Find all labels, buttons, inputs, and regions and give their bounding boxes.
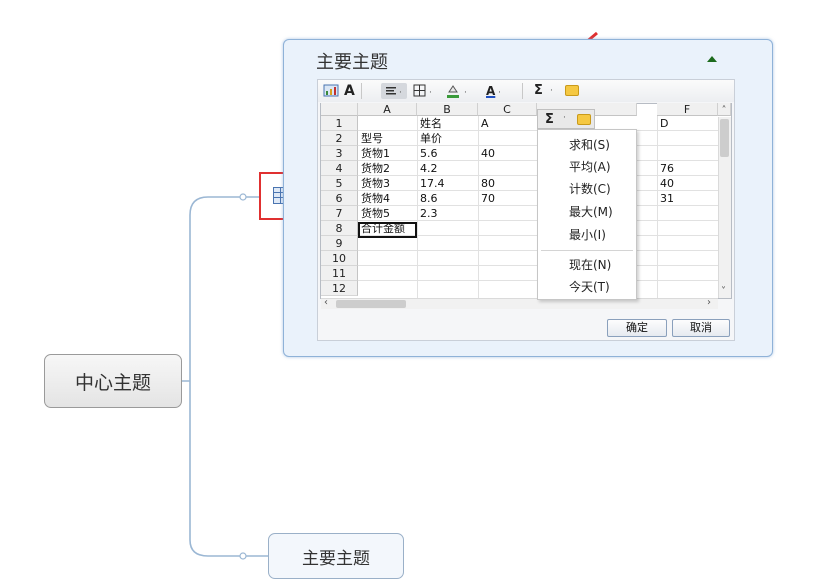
table-cell[interactable]: 2.3 [417, 206, 438, 221]
row-header[interactable]: 10 [321, 251, 358, 266]
menu-item-average[interactable]: 平均(A) [569, 160, 611, 174]
table-cell[interactable]: 8.6 [417, 191, 438, 206]
row-header[interactable]: 6 [321, 191, 358, 206]
menu-item-today[interactable]: 今天(T) [569, 280, 610, 294]
panel-title[interactable]: 主要主题 [316, 48, 388, 74]
collapse-icon[interactable] [707, 56, 717, 62]
column-header-f[interactable]: F [657, 103, 718, 116]
table-cell[interactable]: 姓名 [417, 116, 442, 131]
svg-text:·: · [399, 88, 402, 98]
sum-icon[interactable]: Σ [534, 83, 543, 99]
horizontal-scroll-thumb[interactable] [336, 300, 406, 308]
corner-header[interactable] [321, 103, 358, 116]
table-cell[interactable]: 5.6 [417, 146, 438, 161]
row-header[interactable]: 1 [321, 116, 358, 131]
column-header-a[interactable]: A [358, 103, 417, 116]
connector-knob-top [239, 193, 247, 201]
row-header[interactable]: 11 [321, 266, 358, 281]
svg-text:·: · [429, 88, 432, 98]
table-cell[interactable]: 17.4 [417, 176, 445, 191]
menu-item-sum[interactable]: 求和(S) [569, 138, 610, 152]
table-cell[interactable]: 40 [478, 146, 495, 161]
menu-item-now[interactable]: 现在(N) [569, 258, 611, 272]
folder-icon[interactable] [565, 85, 579, 96]
fill-color-icon[interactable]: · [445, 83, 473, 99]
scroll-right-icon[interactable]: › [707, 298, 711, 308]
table-cell[interactable]: 4.2 [417, 161, 438, 176]
row-header[interactable]: 9 [321, 236, 358, 251]
table-cell[interactable]: 单价 [417, 131, 442, 146]
table-cell[interactable]: D [657, 116, 668, 131]
row-header[interactable]: 7 [321, 206, 358, 221]
table-cell[interactable]: 货物5 [358, 206, 390, 221]
svg-text:·: · [464, 88, 467, 98]
insert-chart-icon[interactable] [323, 83, 339, 99]
row-header[interactable]: 8 [321, 221, 358, 236]
cancel-button[interactable]: 取消 [672, 319, 730, 337]
table-cell[interactable]: 货物1 [358, 146, 390, 161]
main-topic-bottom[interactable]: 主要主题 [268, 533, 404, 579]
font-icon[interactable]: A [344, 83, 355, 99]
menu-item-count[interactable]: 计数(C) [569, 182, 611, 196]
font-color-icon[interactable]: A · [486, 83, 514, 99]
column-header-b[interactable]: B [417, 103, 478, 116]
table-cell[interactable]: 76 [657, 161, 674, 176]
table-cell[interactable]: A [478, 116, 489, 131]
table-cell[interactable]: 80 [478, 176, 495, 191]
menu-item-max[interactable]: 最大(M) [569, 205, 613, 219]
menu-separator [541, 250, 633, 251]
row-header[interactable]: 2 [321, 131, 358, 146]
row-header[interactable]: 4 [321, 161, 358, 176]
table-cell[interactable]: 40 [657, 176, 674, 191]
table-cell[interactable]: 货物3 [358, 176, 390, 191]
table-cell[interactable]: 型号 [358, 131, 383, 146]
table-cell[interactable]: 31 [657, 191, 674, 206]
vertical-scroll-thumb[interactable] [720, 119, 729, 157]
folder-icon[interactable] [577, 114, 591, 125]
selected-cell-outline[interactable] [358, 222, 417, 238]
align-icon[interactable]: · [381, 83, 407, 99]
scroll-down-icon[interactable]: ˅ [721, 287, 726, 297]
border-icon[interactable]: · [412, 83, 438, 99]
connector-knob-bottom [239, 552, 247, 560]
ok-button[interactable]: 确定 [607, 319, 667, 337]
sum-dropdown-header[interactable]: Σ · [537, 109, 595, 129]
row-header[interactable]: 5 [321, 176, 358, 191]
scroll-left-icon[interactable]: ‹ [324, 298, 328, 308]
row-header[interactable]: 3 [321, 146, 358, 161]
menu-item-min[interactable]: 最小(I) [569, 228, 606, 242]
row-header[interactable]: 12 [321, 281, 358, 296]
column-header-c[interactable]: C [478, 103, 537, 116]
table-cell[interactable]: 货物4 [358, 191, 390, 206]
table-cell[interactable]: 货物2 [358, 161, 390, 176]
central-topic[interactable]: 中心主题 [44, 354, 182, 408]
table-cell[interactable]: 70 [478, 191, 495, 206]
